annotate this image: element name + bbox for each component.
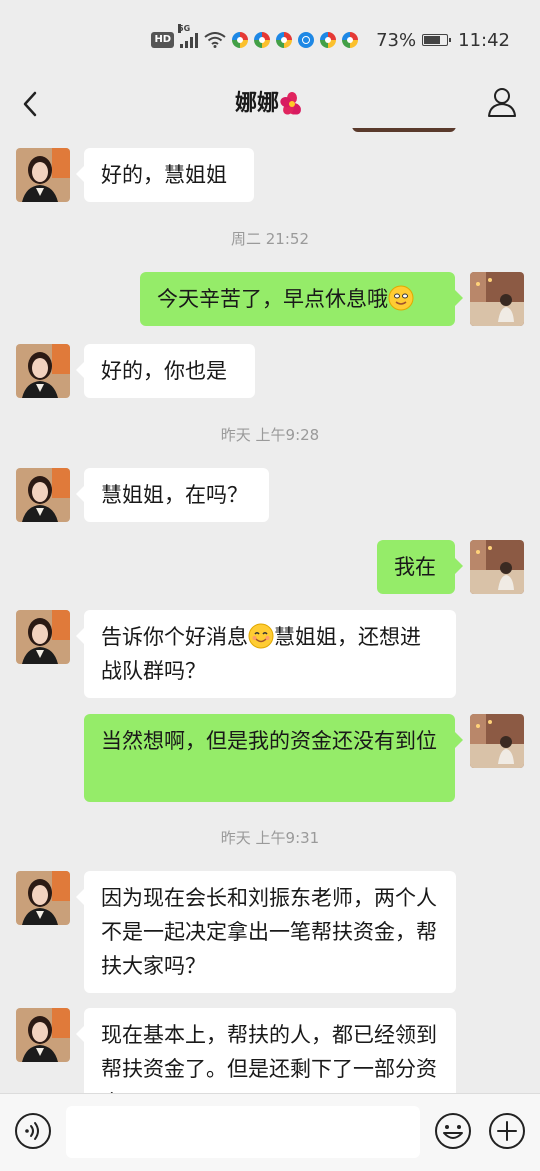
hd-icon: HD: [151, 32, 175, 48]
hibiscus-icon: [280, 92, 301, 115]
message-bubble[interactable]: 当然想啊，但是我的资金还没有到位: [84, 714, 463, 802]
message-bubble[interactable]: 好的，你也是: [76, 344, 255, 398]
signal-icon: 5G: [178, 24, 199, 48]
contact-name: 娜娜: [234, 91, 279, 116]
smile-icon: [248, 623, 274, 649]
avatar[interactable]: [16, 871, 70, 925]
avatar[interactable]: [16, 148, 70, 202]
battery-percent: 73%: [376, 29, 417, 51]
emoji-icon[interactable]: [434, 1112, 472, 1150]
avatar[interactable]: [16, 610, 70, 664]
app-notification-icon: [342, 32, 359, 48]
message-text: 告诉你个好消息: [101, 625, 248, 649]
person-icon[interactable]: [484, 84, 520, 120]
smile-icon: [388, 285, 414, 311]
message-bubble[interactable]: 慧姐姐，在吗？: [76, 468, 269, 522]
message-bubble[interactable]: 告诉你个好消息 慧姐姐，还想进战队群吗？: [76, 610, 456, 698]
avatar[interactable]: [470, 272, 524, 326]
message-list[interactable]: 好的，慧姐姐 周二 21:52 今天辛苦了，早点休息哦 好的，你也是 昨天 上午…: [0, 128, 540, 1093]
app-notification-icon: [276, 32, 293, 48]
input-bar: [0, 1093, 540, 1171]
status-bar: HD 5G 73% 11:42: [0, 0, 540, 80]
message-bubble[interactable]: 今天辛苦了，早点休息哦: [140, 272, 463, 326]
avatar[interactable]: [16, 1008, 70, 1062]
clock: 11:42: [458, 29, 510, 51]
timestamp: 周二 21:52: [231, 230, 309, 248]
timestamp: 昨天 上午9:28: [220, 426, 320, 444]
voice-icon[interactable]: [14, 1112, 52, 1150]
avatar[interactable]: [16, 344, 70, 398]
app-notification-icon: [320, 32, 337, 48]
app-notification-icon: [298, 32, 315, 48]
wifi-icon: [204, 32, 226, 48]
message-bubble[interactable]: 好的，慧姐姐: [76, 148, 254, 202]
message-bubble[interactable]: 我在: [377, 540, 463, 594]
app-notification-icon: [232, 32, 249, 48]
status-icons: HD 5G 73% 11:42: [151, 24, 510, 54]
chat-header: 娜娜: [0, 80, 540, 128]
previous-image-message[interactable]: [352, 128, 456, 132]
message-bubble[interactable]: 因为现在会长和刘振东老师，两个人不是一起决定拿出一笔帮扶资金，帮扶大家吗？: [76, 871, 456, 993]
chat-title: 娜娜: [0, 88, 540, 120]
avatar[interactable]: [470, 714, 524, 768]
avatar[interactable]: [470, 540, 524, 594]
avatar[interactable]: [16, 468, 70, 522]
network-type-label: 5G: [178, 24, 191, 33]
plus-icon[interactable]: [488, 1112, 526, 1150]
timestamp: 昨天 上午9:31: [220, 829, 320, 847]
app-notification-icon: [254, 32, 271, 48]
message-input[interactable]: [66, 1106, 420, 1158]
battery-icon: [422, 34, 452, 46]
message-bubble[interactable]: 现在基本上，帮扶的人，都已经领到帮扶资金了。但是还剩下了一部分资金: [76, 1008, 456, 1093]
message-text: 今天辛苦了，早点休息哦: [157, 287, 388, 311]
